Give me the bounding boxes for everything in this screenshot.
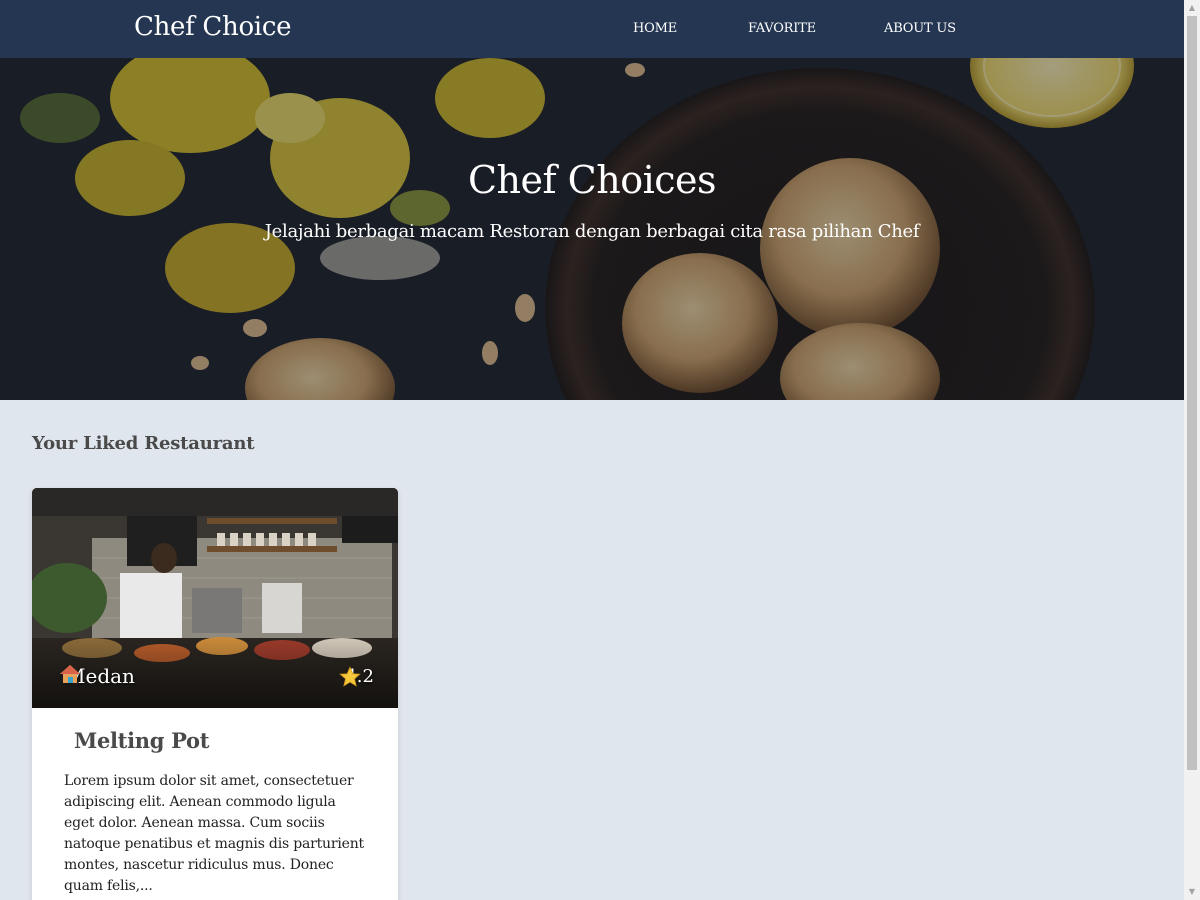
top-navbar: Chef Choice HOME FAVORITE ABOUT US (0, 0, 1184, 58)
restaurant-description: Lorem ipsum dolor sit amet, consectetuer… (64, 773, 364, 894)
main-nav: HOME FAVORITE ABOUT US (0, 0, 1184, 58)
hero-title: Chef Choices (467, 158, 717, 202)
nav-about-link[interactable]: ABOUT US (884, 21, 956, 36)
restaurant-image[interactable]: Medan 4.2 (32, 488, 398, 708)
restaurant-city: Medan (59, 664, 135, 688)
restaurant-name[interactable]: Melting Pot (74, 728, 209, 753)
scroll-up-arrow-icon[interactable]: ▲ (1184, 0, 1200, 16)
nav-favorite-link[interactable]: FAVORITE (748, 21, 816, 36)
page-scrollbar[interactable]: ▲ ▼ (1184, 0, 1200, 900)
hero-banner: Chef Choices Jelajahi berbagai macam Res… (0, 58, 1184, 400)
restaurant-rating: 4.2 (339, 666, 374, 687)
scroll-down-arrow-icon[interactable]: ▼ (1184, 884, 1200, 900)
restaurant-card[interactable]: Medan 4.2 Melting Pot Lorem ipsum dolor … (32, 488, 398, 900)
section-title: Your Liked Restaurant (32, 433, 255, 454)
nav-home-link[interactable]: HOME (633, 21, 677, 36)
scroll-thumb[interactable] (1187, 16, 1197, 770)
hero-subtitle: Jelajahi berbagai macam Restoran dengan … (264, 221, 920, 242)
